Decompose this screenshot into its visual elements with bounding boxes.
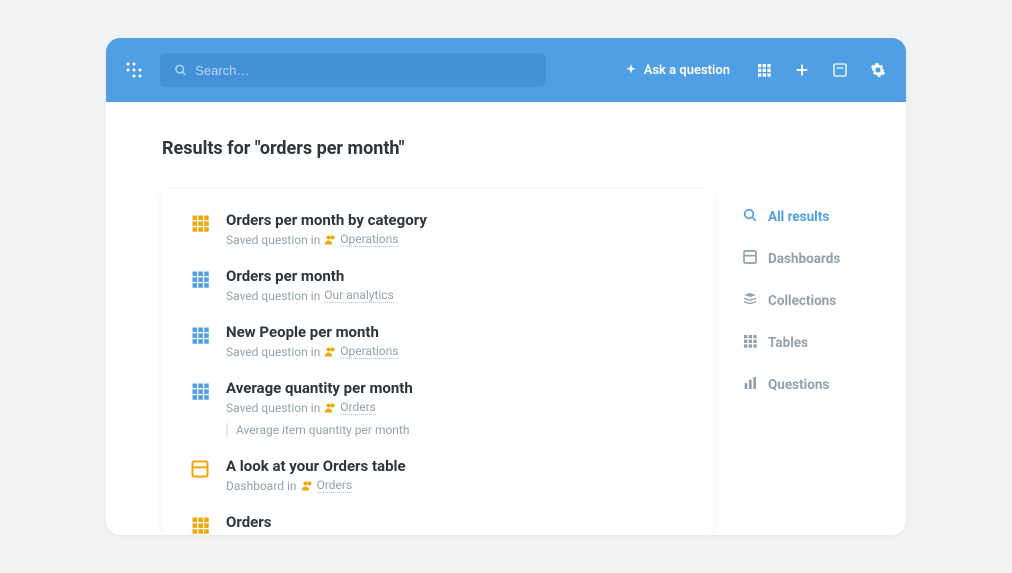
filter-label: Tables bbox=[768, 335, 808, 351]
table-icon bbox=[190, 515, 212, 535]
settings-icon[interactable] bbox=[866, 62, 890, 78]
dashboard-icon bbox=[190, 459, 212, 481]
result-location-link[interactable]: Orders bbox=[317, 478, 353, 493]
result-location-link[interactable]: Orders bbox=[340, 400, 376, 415]
search-input[interactable] bbox=[195, 63, 532, 78]
result-title: Average quantity per month bbox=[226, 379, 686, 397]
result-item[interactable]: New People per month Saved question in Op… bbox=[190, 323, 686, 379]
filter-collections[interactable]: Collections bbox=[742, 291, 840, 311]
search-icon bbox=[742, 207, 758, 227]
logo-icon[interactable] bbox=[122, 58, 146, 82]
filters-sidebar: All results Dashboards Collections Tables Qu… bbox=[742, 189, 840, 395]
filter-label: Questions bbox=[768, 377, 829, 393]
search-input-wrapper[interactable] bbox=[160, 53, 546, 87]
result-title: A look at your Orders table bbox=[226, 457, 686, 475]
result-item[interactable]: Orders per month by category Saved questi… bbox=[190, 211, 686, 267]
result-meta: Saved question in Operations bbox=[226, 344, 686, 359]
filter-dashboards[interactable]: Dashboards bbox=[742, 249, 840, 269]
search-icon bbox=[174, 63, 187, 77]
ask-question-button[interactable]: Ask a question bbox=[616, 63, 738, 78]
page-title: Results for "orders per month" bbox=[162, 138, 850, 159]
result-title: New People per month bbox=[226, 323, 686, 341]
result-meta: Saved question in Operations bbox=[226, 232, 686, 247]
content-area: Results for "orders per month" Orders pe… bbox=[106, 102, 906, 535]
table-icon bbox=[190, 269, 212, 291]
add-icon[interactable] bbox=[790, 62, 814, 78]
table-icon bbox=[190, 381, 212, 403]
header-bar: Ask a question bbox=[106, 38, 906, 102]
dashboard-icon bbox=[742, 249, 758, 269]
questions-icon bbox=[742, 375, 758, 395]
results-list: Orders per month by category Saved questi… bbox=[162, 189, 714, 535]
result-item[interactable]: Orders bbox=[190, 513, 686, 535]
result-description: Average item quantity per month bbox=[226, 423, 686, 437]
grid-menu-icon[interactable] bbox=[752, 62, 776, 78]
ask-question-label: Ask a question bbox=[644, 63, 730, 78]
filter-questions[interactable]: Questions bbox=[742, 375, 840, 395]
verified-icon bbox=[324, 234, 336, 246]
table-icon bbox=[190, 213, 212, 235]
result-meta: Saved question in Our analytics bbox=[226, 288, 686, 303]
result-location-link[interactable]: Our analytics bbox=[324, 288, 394, 303]
table-icon bbox=[190, 325, 212, 347]
verified-icon bbox=[324, 346, 336, 358]
result-meta: Dashboard in Orders bbox=[226, 478, 686, 493]
result-title: Orders per month by category bbox=[226, 211, 686, 229]
filter-all-results[interactable]: All results bbox=[742, 207, 840, 227]
archive-icon[interactable] bbox=[828, 62, 852, 78]
app-window: Ask a question Results for "orders per m… bbox=[106, 38, 906, 535]
tables-icon bbox=[742, 333, 758, 353]
plus-sparkle-icon bbox=[624, 63, 638, 77]
result-meta: Saved question in Orders bbox=[226, 400, 686, 415]
collections-icon bbox=[742, 291, 758, 311]
filter-label: Dashboards bbox=[768, 251, 840, 267]
filter-tables[interactable]: Tables bbox=[742, 333, 840, 353]
verified-icon bbox=[324, 402, 336, 414]
filter-label: All results bbox=[768, 209, 829, 225]
result-location-link[interactable]: Operations bbox=[340, 232, 398, 247]
verified-icon bbox=[301, 480, 313, 492]
result-item[interactable]: Average quantity per month Saved question… bbox=[190, 379, 686, 457]
result-item[interactable]: A look at your Orders table Dashboard in … bbox=[190, 457, 686, 513]
filter-label: Collections bbox=[768, 293, 836, 309]
result-item[interactable]: Orders per month Saved question in Our an… bbox=[190, 267, 686, 323]
result-title: Orders bbox=[226, 513, 686, 531]
result-title: Orders per month bbox=[226, 267, 686, 285]
result-location-link[interactable]: Operations bbox=[340, 344, 398, 359]
